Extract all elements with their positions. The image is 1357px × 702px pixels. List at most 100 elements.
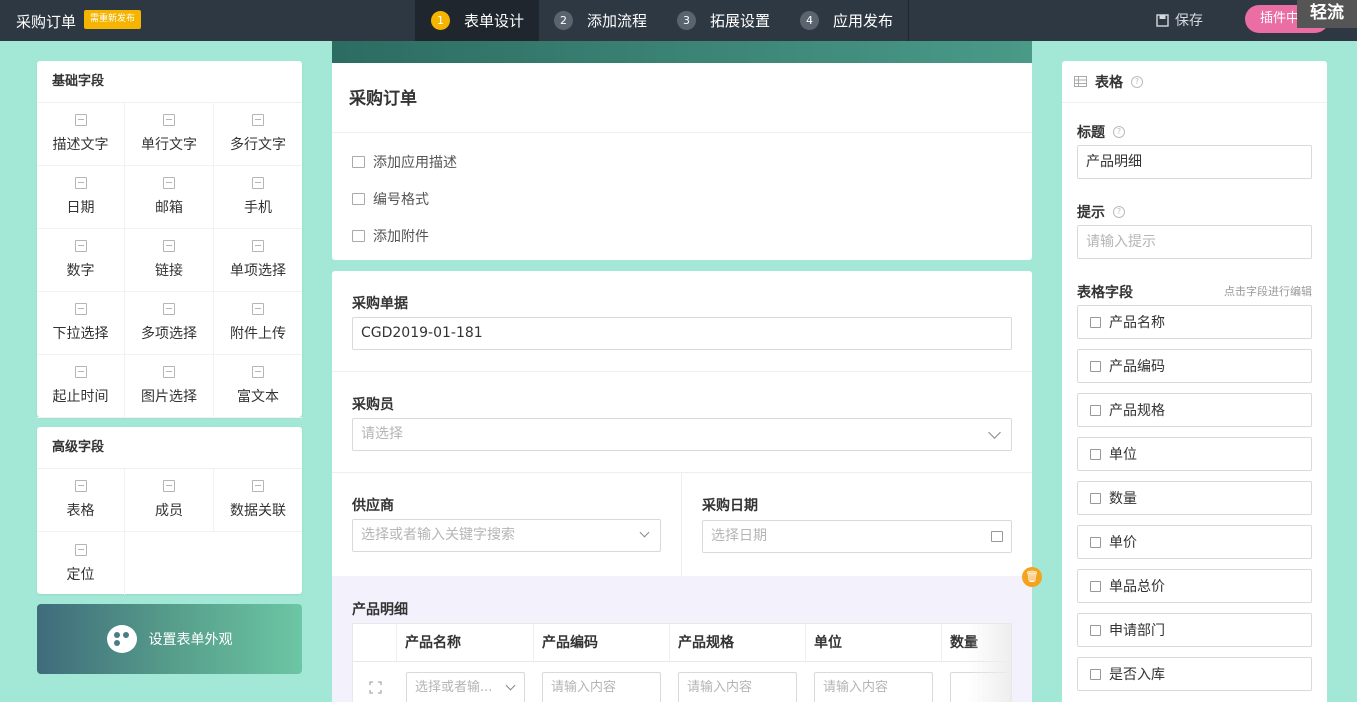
column-divider (681, 472, 682, 576)
table-field-label: 产品名称 (1109, 315, 1165, 331)
step-label: 应用发布 (833, 12, 894, 30)
table-field-item[interactable]: 单位 (1077, 437, 1312, 471)
table-field-item[interactable]: 产品规格 (1077, 393, 1312, 427)
data-link-icon (1090, 624, 1101, 636)
number-format-link[interactable]: 编号格式 (332, 180, 1032, 217)
step-add-flow[interactable]: 2 添加流程 (539, 0, 662, 41)
field-label: 单项选择 (230, 263, 286, 279)
save-button[interactable]: 保存 (1156, 10, 1203, 30)
tip-input[interactable]: 请输入提示 (1077, 225, 1312, 259)
buyer-select[interactable]: 请选择 (352, 418, 1012, 451)
field-label: 描述文字 (52, 137, 109, 153)
title-input[interactable]: 产品明细 (1077, 145, 1312, 179)
product-detail-section[interactable]: 产品明细 产品名称 产品编码 产品规格 单位 数量 选择或者输... 请输入内容… (332, 576, 1032, 702)
form-title[interactable]: 采购订单 (332, 63, 1032, 133)
data-link-icon (252, 480, 264, 492)
properties-title: 表格 (1095, 74, 1123, 91)
help-icon[interactable]: ? (1113, 126, 1125, 138)
attachment-icon (352, 229, 365, 242)
form-header-card: 采购订单 添加应用描述 编号格式 添加附件 (332, 63, 1032, 260)
checkbox-icon (1090, 668, 1101, 680)
advanced-fields-panel: 高级字段 表格 成员 数据关联 定位 (37, 427, 302, 595)
appearance-label: 设置表单外观 (148, 632, 233, 648)
republish-badge: 需重新发布 (84, 10, 142, 29)
field-rich-text[interactable]: 富文本 (214, 355, 302, 418)
buyer-placeholder: 请选择 (361, 426, 403, 442)
table-field-label: 产品编码 (1109, 359, 1165, 375)
field-label: 附件上传 (230, 326, 286, 342)
table-fields-label: 表格字段 (1077, 285, 1133, 301)
purchase-date-picker[interactable]: 选择日期 (702, 520, 1012, 553)
order-no-field[interactable]: CGD2019-01-181 (352, 317, 1012, 350)
help-icon[interactable]: ? (1113, 206, 1125, 218)
single-line-icon (1090, 448, 1101, 460)
field-table[interactable]: 表格 (37, 469, 125, 532)
expand-icon[interactable] (369, 681, 382, 694)
table-field-item[interactable]: 是否入库 (1077, 657, 1312, 691)
palette-icon (106, 625, 137, 653)
properties-header: 表格 ? (1062, 61, 1327, 103)
buyer-label: 采购员 (352, 397, 394, 413)
basic-fields-panel: 基础字段 描述文字 单行文字 多行文字 日期 邮箱 手机 数字 链接 单项选择 … (37, 61, 302, 418)
table-field-item[interactable]: 产品名称 (1077, 305, 1312, 339)
user-icon (163, 480, 175, 492)
comment-icon (352, 155, 365, 168)
field-multi-line[interactable]: 多行文字 (214, 103, 302, 166)
clock-icon (74, 366, 87, 378)
set-form-appearance-button[interactable]: 设置表单外观 (37, 604, 302, 674)
field-single-choice[interactable]: 单项选择 (214, 229, 302, 292)
number-icon (74, 240, 87, 252)
column-header: 单位 (806, 624, 942, 662)
column-header: 产品规格 (670, 624, 806, 662)
add-description-link[interactable]: 添加应用描述 (332, 143, 1032, 180)
field-dropdown[interactable]: 下拉选择 (37, 292, 125, 355)
delete-icon[interactable]: 🗑 (1022, 567, 1042, 587)
table-field-item[interactable]: 单品总价 (1077, 569, 1312, 603)
table-field-item[interactable]: 单价 (1077, 525, 1312, 559)
phone-icon (252, 177, 264, 189)
help-icon[interactable]: ? (1131, 75, 1143, 88)
product-code-input[interactable]: 请输入内容 (542, 672, 661, 702)
field-date[interactable]: 日期 (37, 166, 125, 229)
table-field-label: 是否入库 (1109, 667, 1165, 683)
field-data-link[interactable]: 数据关联 (214, 469, 302, 532)
divider (332, 371, 1032, 372)
field-email[interactable]: 邮箱 (125, 166, 214, 229)
field-multi-choice[interactable]: 多项选择 (125, 292, 214, 355)
field-label: 数据关联 (230, 503, 286, 519)
single-line-icon (1090, 360, 1101, 372)
step-publish[interactable]: 4 应用发布 (785, 0, 908, 41)
table-field-label: 单位 (1109, 447, 1137, 463)
field-member[interactable]: 成员 (125, 469, 214, 532)
step-extend-settings[interactable]: 3 拓展设置 (662, 0, 785, 41)
field-single-line[interactable]: 单行文字 (125, 103, 214, 166)
number-icon (1090, 492, 1101, 504)
table-field-label: 产品规格 (1109, 403, 1165, 419)
supplier-select[interactable]: 选择或者输入关键字搜索 (352, 519, 661, 552)
product-spec-input[interactable]: 请输入内容 (678, 672, 797, 702)
field-location[interactable]: 定位 (37, 532, 125, 595)
chevron-down-icon (639, 527, 650, 538)
field-phone[interactable]: 手机 (214, 166, 302, 229)
table-field-item[interactable]: 申请部门 (1077, 613, 1312, 647)
field-time-range[interactable]: 起止时间 (37, 355, 125, 418)
field-attachment[interactable]: 附件上传 (214, 292, 302, 355)
field-label: 邮箱 (155, 200, 183, 216)
product-name-select[interactable]: 选择或者输... (406, 672, 525, 702)
table-field-item[interactable]: 产品编码 (1077, 349, 1312, 383)
field-label: 富文本 (237, 389, 279, 405)
field-label: 成员 (155, 503, 183, 519)
step-form-design[interactable]: 1 表单设计 (416, 0, 540, 41)
field-link[interactable]: 链接 (125, 229, 214, 292)
field-number[interactable]: 数字 (37, 229, 125, 292)
brand-logo: 轻流 (1297, 0, 1357, 28)
field-image-choice[interactable]: 图片选择 (125, 355, 214, 418)
purchase-date-label: 采购日期 (702, 498, 758, 514)
number-format-icon (352, 192, 365, 205)
field-description-text[interactable]: 描述文字 (37, 103, 125, 166)
unit-input[interactable]: 请输入内容 (814, 672, 933, 702)
table-fields-hint: 点击字段进行编辑 (1224, 285, 1312, 298)
table-field-item[interactable]: 数量 (1077, 481, 1312, 515)
product-detail-table: 产品名称 产品编码 产品规格 单位 数量 选择或者输... 请输入内容 请输入内… (352, 623, 1012, 702)
add-attachment-link[interactable]: 添加附件 (332, 217, 1032, 254)
